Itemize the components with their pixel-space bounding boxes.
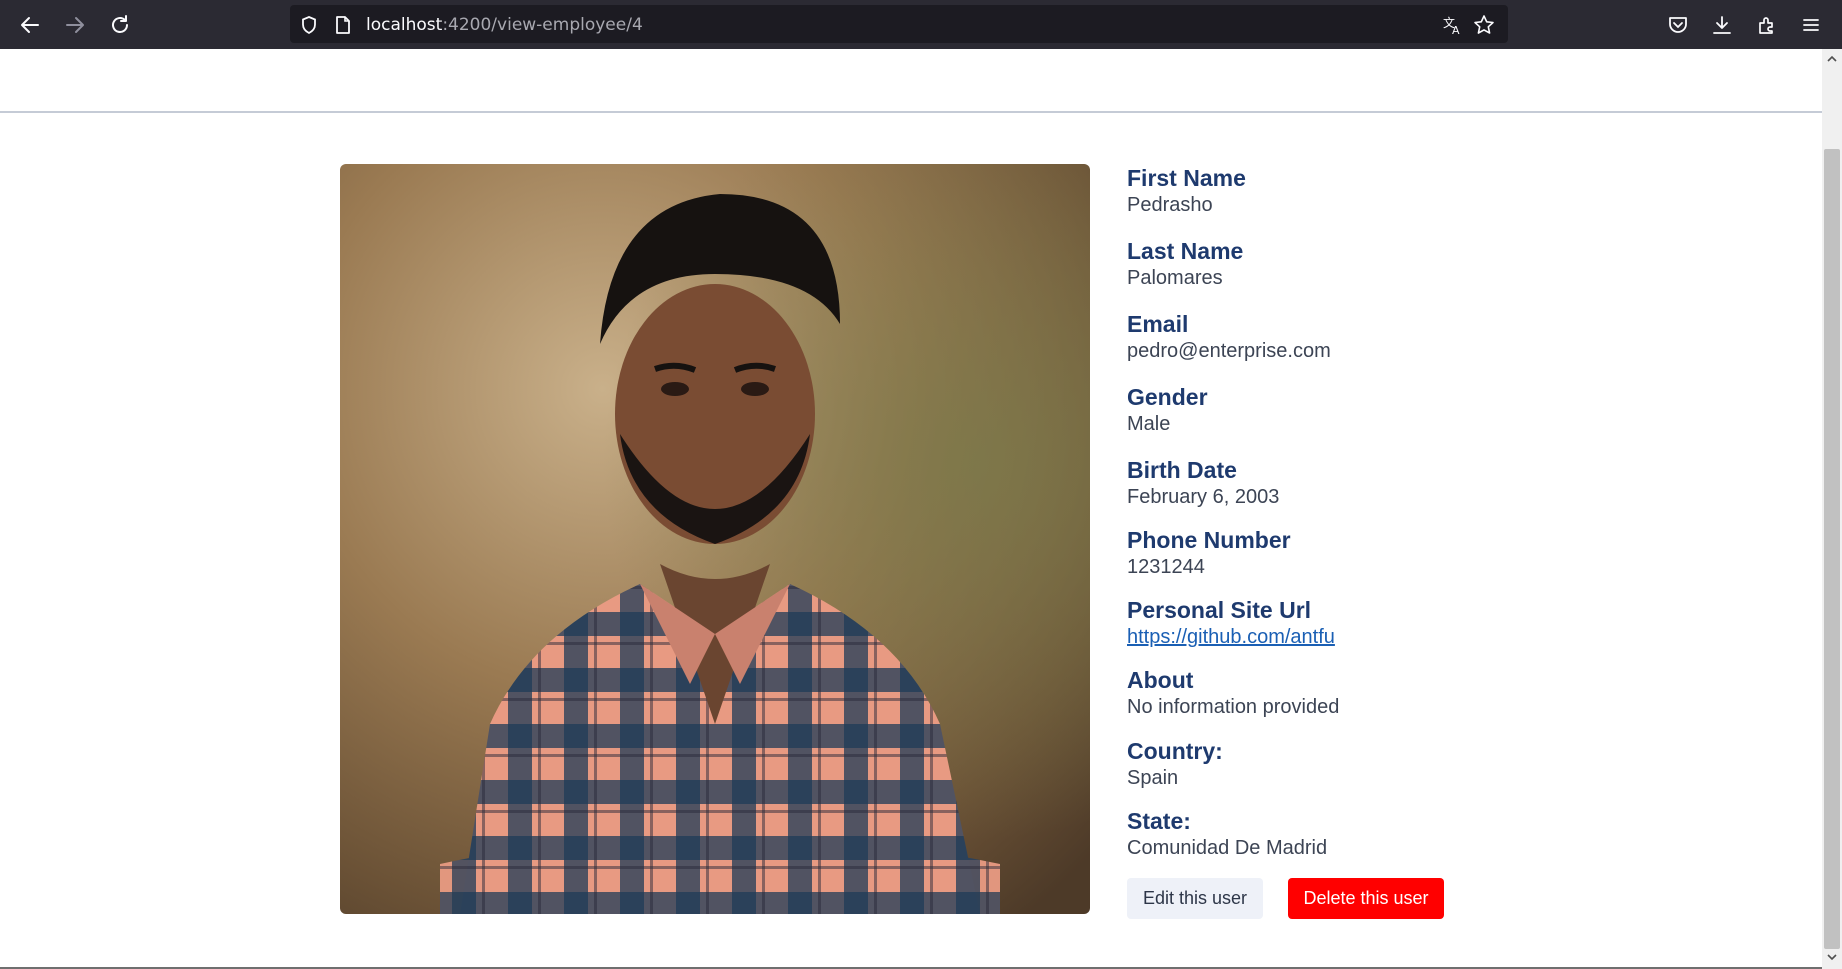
- field-state: State: Comunidad De Madrid: [1127, 807, 1327, 861]
- field-birth-date: Birth Date February 6, 2003: [1127, 456, 1279, 510]
- field-label: Phone Number: [1127, 527, 1291, 553]
- forward-arrow-icon[interactable]: [62, 12, 88, 38]
- field-label: Personal Site Url: [1127, 597, 1312, 623]
- field-label: Email: [1127, 311, 1189, 337]
- page-icon[interactable]: [332, 14, 354, 36]
- scroll-down-icon[interactable]: [1826, 951, 1838, 963]
- delete-user-button[interactable]: Delete this user: [1288, 878, 1444, 919]
- field-last-name: Last Name Palomares: [1127, 237, 1243, 291]
- shield-icon[interactable]: [298, 14, 320, 36]
- address-bar[interactable]: localhost:4200/view-employee/4 文A: [290, 5, 1508, 43]
- download-icon[interactable]: [1709, 12, 1735, 38]
- field-label: About: [1127, 667, 1194, 693]
- field-value: Pedrasho: [1127, 194, 1213, 216]
- field-value: 1231244: [1127, 556, 1205, 578]
- url-host: localhost: [366, 15, 443, 35]
- svg-text:A: A: [1452, 24, 1460, 36]
- vertical-scrollbar[interactable]: [1822, 49, 1842, 969]
- personal-site-link[interactable]: https://github.com/antfu: [1127, 624, 1335, 650]
- pocket-icon[interactable]: [1665, 12, 1691, 38]
- scroll-thumb[interactable]: [1824, 149, 1840, 949]
- field-value: February 6, 2003: [1127, 486, 1280, 508]
- field-label: Birth Date: [1127, 457, 1237, 483]
- field-label: Country:: [1127, 738, 1223, 764]
- back-arrow-icon[interactable]: [17, 12, 43, 38]
- field-gender: Gender Male: [1127, 383, 1208, 437]
- star-bookmark-icon[interactable]: [1473, 14, 1495, 36]
- extensions-icon[interactable]: [1754, 12, 1780, 38]
- page-header: [0, 49, 1822, 113]
- field-email: Email pedro@enterprise.com: [1127, 310, 1331, 364]
- field-value: Spain: [1127, 767, 1179, 789]
- menu-icon[interactable]: [1798, 12, 1824, 38]
- reload-icon[interactable]: [107, 12, 133, 38]
- edit-user-button[interactable]: Edit this user: [1127, 878, 1263, 919]
- translate-icon[interactable]: 文A: [1442, 14, 1464, 36]
- employee-photo: [340, 164, 1090, 914]
- field-phone-number: Phone Number 1231244: [1127, 526, 1291, 580]
- field-country: Country: Spain: [1127, 737, 1223, 791]
- url-text[interactable]: localhost:4200/view-employee/4: [366, 15, 643, 35]
- field-value: Palomares: [1127, 267, 1223, 289]
- field-personal-site-url: Personal Site Url https://github.com/ant…: [1127, 596, 1335, 650]
- field-value: pedro@enterprise.com: [1127, 340, 1331, 362]
- browser-toolbar: localhost:4200/view-employee/4 文A: [0, 0, 1842, 49]
- scroll-up-icon[interactable]: [1826, 53, 1838, 65]
- field-label: First Name: [1127, 165, 1246, 191]
- field-value: Male: [1127, 413, 1171, 435]
- field-label: Last Name: [1127, 238, 1244, 264]
- field-value: Comunidad De Madrid: [1127, 837, 1328, 859]
- url-path: :4200/view-employee/4: [442, 15, 643, 35]
- field-label: State:: [1127, 808, 1191, 834]
- field-label: Gender: [1127, 384, 1208, 410]
- field-first-name: First Name Pedrasho: [1127, 164, 1246, 218]
- field-about: About No information provided: [1127, 666, 1339, 720]
- field-value: No information provided: [1127, 696, 1340, 718]
